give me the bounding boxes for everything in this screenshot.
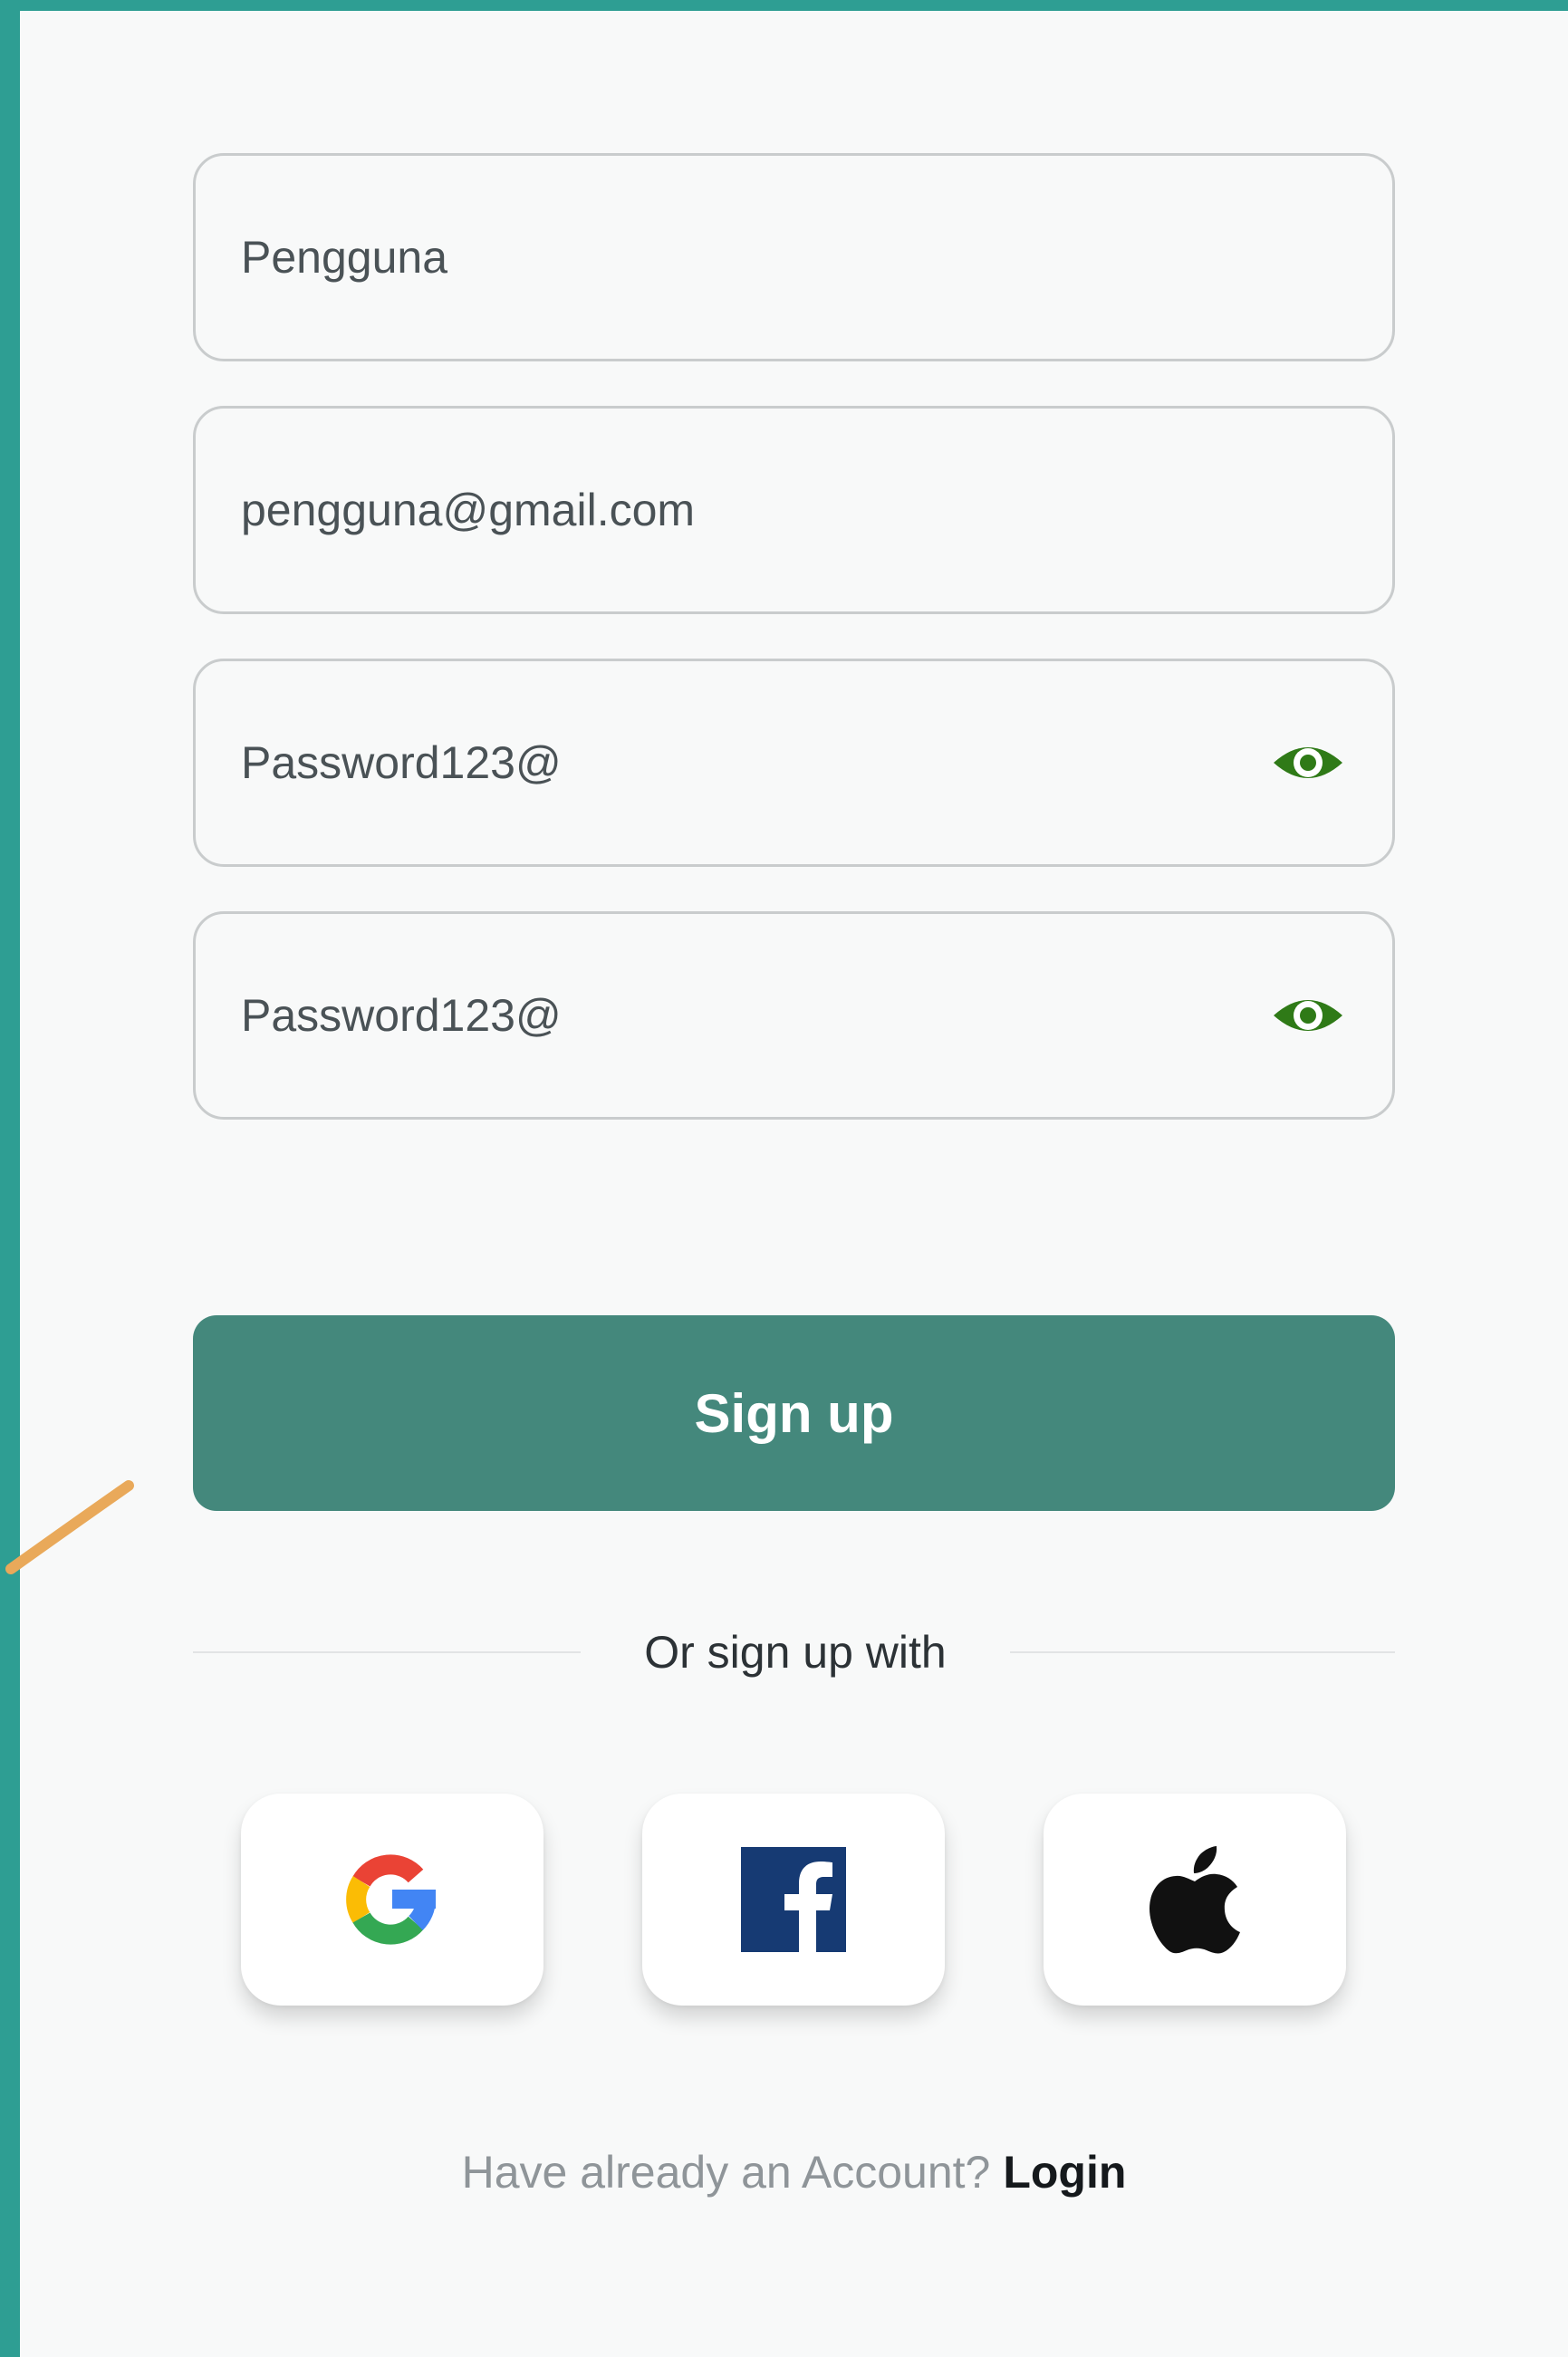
username-input[interactable] (241, 231, 1347, 284)
login-prompt: Have already an Account? Login (20, 2143, 1568, 2201)
facebook-logo-icon (741, 1847, 846, 1952)
confirm-password-input[interactable] (241, 989, 1269, 1042)
password-input[interactable] (241, 736, 1269, 789)
eye-icon[interactable] (1269, 736, 1347, 790)
login-link[interactable]: Login (1003, 2147, 1126, 2198)
apple-signup-button[interactable] (1044, 1794, 1346, 2006)
decorative-accent-stroke (5, 1480, 134, 1574)
login-prompt-text: Have already an Account? (461, 2147, 991, 2198)
confirm-password-field[interactable] (193, 911, 1395, 1120)
username-field[interactable] (193, 153, 1395, 361)
divider-line-right (1010, 1651, 1395, 1653)
divider-label: Or sign up with (644, 1627, 947, 1678)
signup-screen: Sign up Or sign up with Have already an … (5, 11, 1568, 2357)
google-signup-button[interactable] (241, 1794, 544, 2006)
email-field[interactable] (193, 406, 1395, 614)
eye-icon[interactable] (1269, 988, 1347, 1043)
google-logo-icon (346, 1854, 436, 1945)
divider-line-left (193, 1651, 581, 1653)
sign-up-button[interactable]: Sign up (193, 1315, 1395, 1511)
password-field[interactable] (193, 659, 1395, 867)
email-input[interactable] (241, 484, 1347, 536)
apple-logo-icon (1150, 1846, 1240, 1954)
facebook-signup-button[interactable] (642, 1794, 945, 2006)
